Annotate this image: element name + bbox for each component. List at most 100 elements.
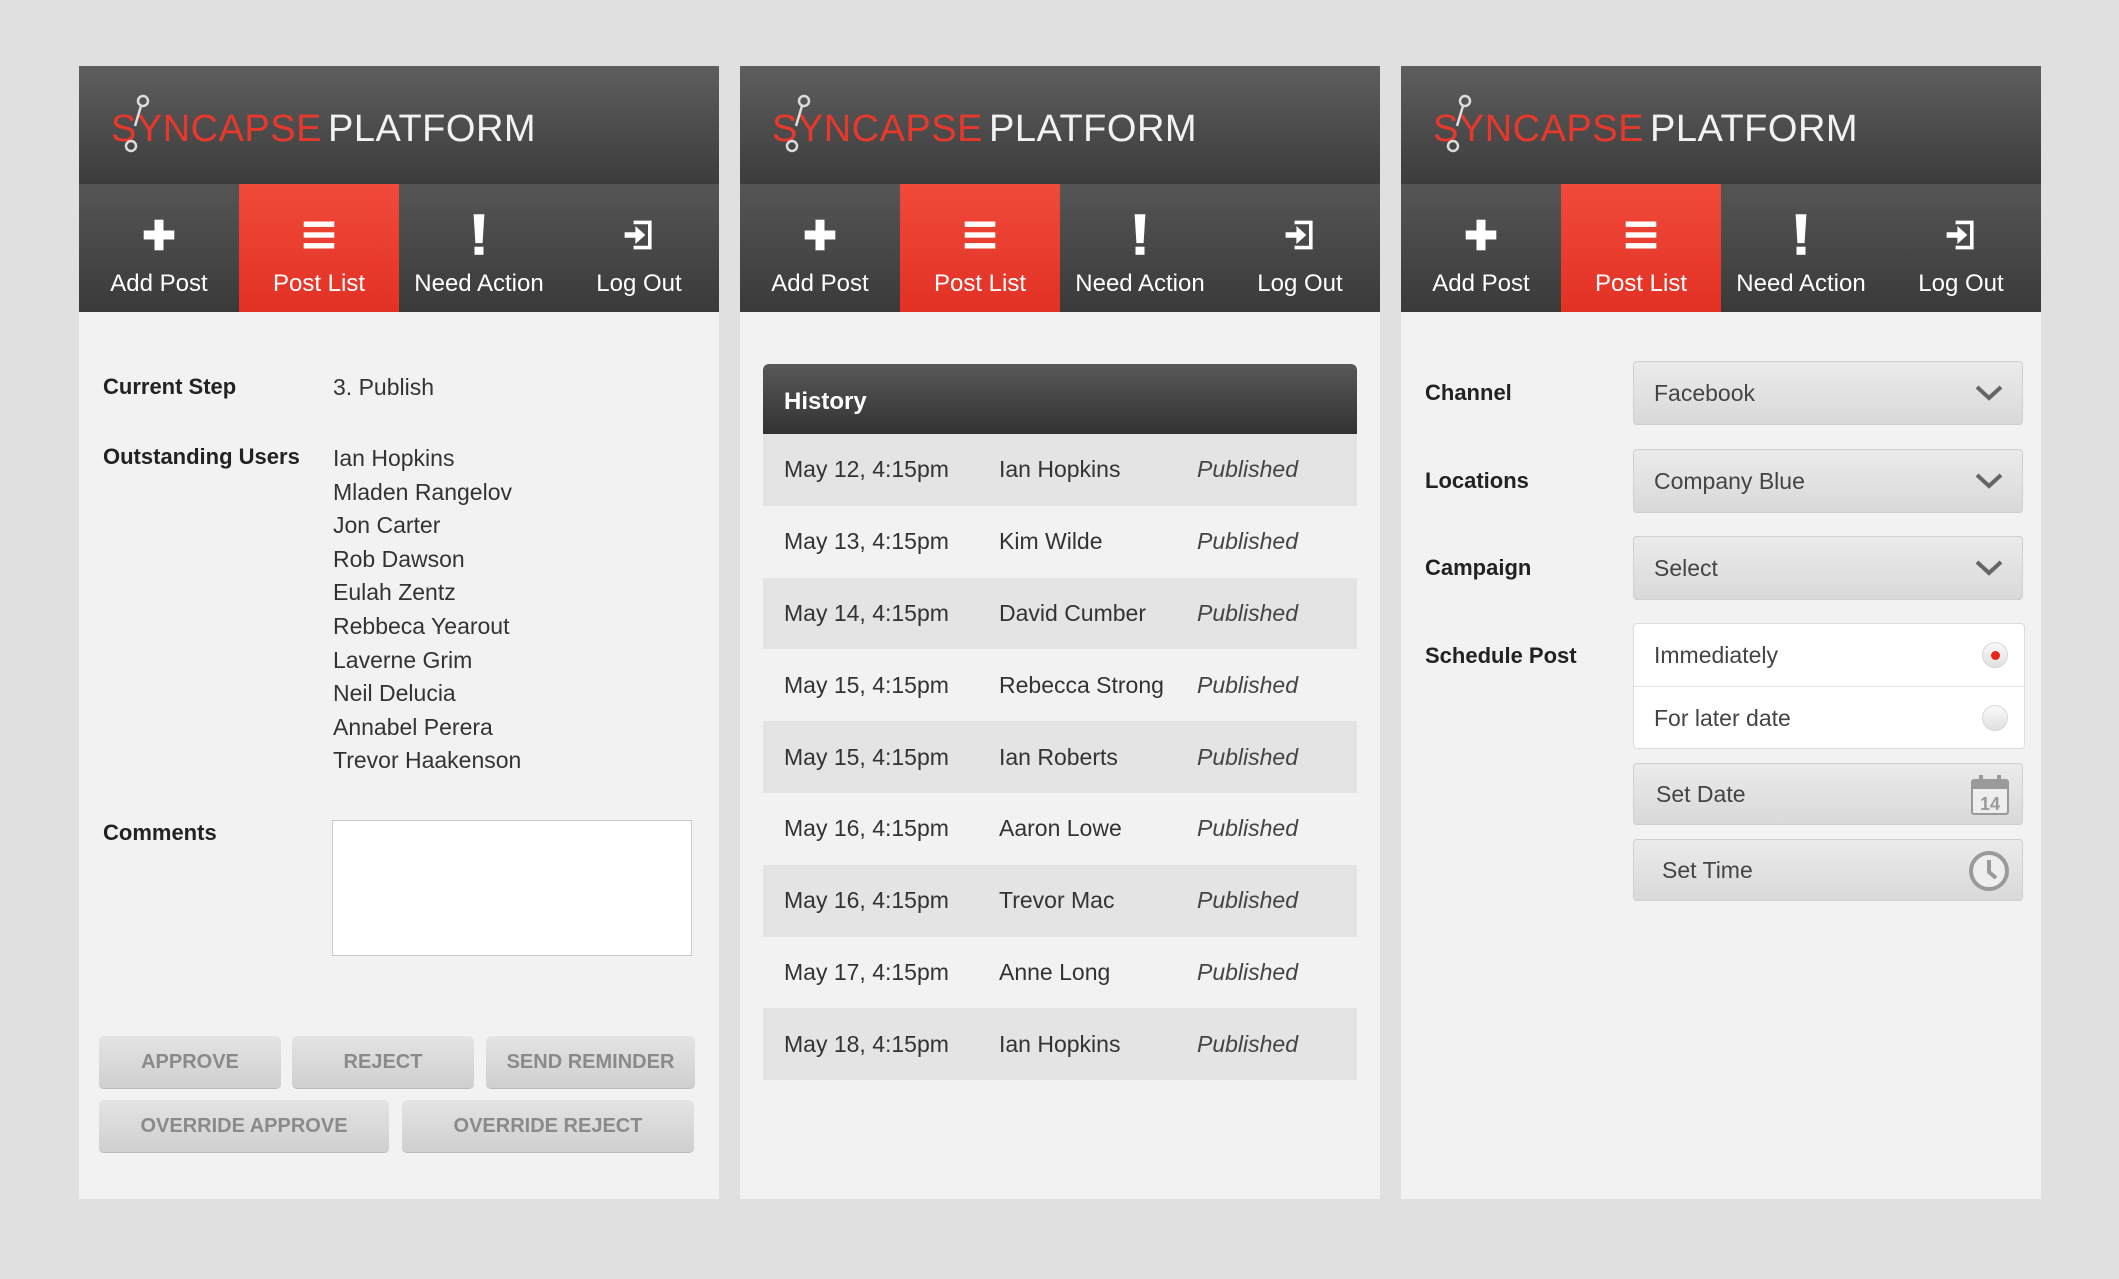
table-row[interactable]: May 15, 4:15pm Ian Roberts Published <box>763 721 1357 793</box>
table-row[interactable]: May 18, 4:15pm Ian Hopkins Published <box>763 1008 1357 1081</box>
current-step-value: 3. Publish <box>333 374 435 400</box>
logout-icon <box>621 217 657 253</box>
locations-value: Company Blue <box>1654 468 1805 494</box>
row-user: Anne Long <box>999 958 1111 985</box>
app-header: SYNCAPSE PLATFORM <box>79 66 719 184</box>
row-date: May 18, 4:15pm <box>784 1030 949 1057</box>
table-row[interactable]: May 16, 4:15pm Trevor Mac Published <box>763 864 1357 937</box>
schedule-radio-group: Immediately For later date <box>1633 623 2025 749</box>
radio-later-date[interactable]: For later date <box>1634 686 2024 749</box>
row-user: Kim Wilde <box>999 528 1103 555</box>
nav-need-action[interactable]: Need Action <box>1060 184 1220 312</box>
calendar-day: 14 <box>1980 794 2000 814</box>
row-status: Published <box>1197 958 1299 985</box>
exclamation-icon <box>1122 212 1158 258</box>
main-nav: Add Post Post List Need Action Log Out <box>1401 184 2041 312</box>
list-item: Trevor Haakenson <box>333 747 522 774</box>
nav-label: Add Post <box>771 270 869 297</box>
nav-label: Post List <box>933 270 1027 297</box>
clock-icon <box>1969 851 2009 891</box>
channel-label: Channel <box>1425 380 1512 405</box>
approve-button[interactable]: APPROVE <box>99 1036 281 1088</box>
row-status: Published <box>1197 528 1299 555</box>
table-row[interactable]: May 15, 4:15pm Rebecca Strong Published <box>763 649 1357 722</box>
nav-add-post[interactable]: Add Post <box>1401 184 1561 312</box>
row-status: Published <box>1197 815 1299 842</box>
nav-label: Log Out <box>596 270 682 297</box>
chevron-down-icon <box>1975 473 2003 489</box>
logout-icon <box>1282 217 1318 253</box>
comments-textarea[interactable] <box>332 820 692 956</box>
calendar-icon: 14 <box>1971 775 2009 815</box>
table-row[interactable]: May 12, 4:15pm Ian Hopkins Published <box>763 434 1357 506</box>
channel-value: Facebook <box>1654 380 1756 406</box>
logo-platform: PLATFORM <box>327 108 537 150</box>
logo-platform: PLATFORM <box>1649 108 1859 150</box>
set-date-button[interactable]: Set Date 14 <box>1633 763 2023 825</box>
campaign-value: Select <box>1654 555 1718 581</box>
table-row[interactable]: May 14, 4:15pm David Cumber Published <box>763 577 1357 650</box>
row-user: Ian Roberts <box>999 743 1118 770</box>
nav-post-list[interactable]: Post List <box>1561 184 1721 312</box>
campaign-select[interactable]: Select <box>1633 536 2023 600</box>
current-step-label: Current Step <box>103 374 237 399</box>
locations-select[interactable]: Company Blue <box>1633 449 2023 513</box>
radio-immediately[interactable]: Immediately <box>1634 624 2024 686</box>
row-date: May 16, 4:15pm <box>784 887 949 914</box>
list-icon <box>1623 217 1659 253</box>
nav-label: Post List <box>272 270 366 297</box>
approval-panel: SYNCAPSE PLATFORM Add Post Post List Need… <box>79 66 719 1199</box>
radio-label: Immediately <box>1654 642 1778 668</box>
nav-label: Add Post <box>1432 270 1530 297</box>
comments-label: Comments <box>103 820 217 845</box>
row-status: Published <box>1197 599 1299 626</box>
nav-post-list[interactable]: Post List <box>239 184 399 312</box>
chevron-down-icon <box>1975 560 2003 576</box>
nav-need-action[interactable]: Need Action <box>399 184 559 312</box>
app-header: SYNCAPSE PLATFORM <box>740 66 1380 184</box>
history-table: History May 12, 4:15pm Ian Hopkins Publish… <box>763 364 1357 1081</box>
set-time-label: Set Time <box>1662 857 1753 883</box>
override-approve-button[interactable]: OVERRIDE APPROVE <box>99 1100 389 1152</box>
history-title: History <box>763 364 1357 434</box>
row-user: Ian Hopkins <box>999 1030 1121 1057</box>
plus-icon <box>141 217 177 253</box>
row-user: Ian Hopkins <box>999 456 1121 483</box>
nav-add-post[interactable]: Add Post <box>79 184 239 312</box>
set-date-label: Set Date <box>1656 781 1746 807</box>
nav-post-list[interactable]: Post List <box>900 184 1060 312</box>
nav-log-out[interactable]: Log Out <box>1881 184 2041 312</box>
exclamation-icon <box>461 212 497 258</box>
channel-select[interactable]: Facebook <box>1633 361 2023 425</box>
outstanding-users-list: Ian Hopkins Mladen Rangelov Jon Carter R… <box>333 442 521 778</box>
send-reminder-button[interactable]: SEND REMINDER <box>486 1036 695 1088</box>
radio-unselected-icon[interactable] <box>1982 705 2008 731</box>
plus-icon <box>802 217 838 253</box>
list-item: Jon Carter <box>333 512 441 539</box>
nav-add-post[interactable]: Add Post <box>740 184 900 312</box>
row-date: May 13, 4:15pm <box>784 528 949 555</box>
set-time-button[interactable]: Set Time <box>1633 839 2023 901</box>
history-rows: May 12, 4:15pm Ian Hopkins Published May 1… <box>763 434 1357 1081</box>
row-date: May 14, 4:15pm <box>784 599 949 626</box>
row-status: Published <box>1197 671 1299 698</box>
table-row[interactable]: May 13, 4:15pm Kim Wilde Published <box>763 505 1357 578</box>
radio-selected-icon[interactable] <box>1982 642 2008 668</box>
nav-label: Log Out <box>1257 270 1343 297</box>
list-item: Eulah Zentz <box>333 579 456 606</box>
override-reject-button[interactable]: OVERRIDE REJECT <box>402 1100 694 1152</box>
logout-icon <box>1943 217 1979 253</box>
app-logo: SYNCAPSE PLATFORM <box>111 108 536 151</box>
schedule-post-label: Schedule Post <box>1425 643 1577 668</box>
nav-log-out[interactable]: Log Out <box>1220 184 1380 312</box>
row-status: Published <box>1197 887 1299 914</box>
campaign-label: Campaign <box>1425 555 1532 580</box>
nav-log-out[interactable]: Log Out <box>559 184 719 312</box>
nav-label: Post List <box>1594 270 1688 297</box>
table-row[interactable]: May 16, 4:15pm Aaron Lowe Published <box>763 792 1357 865</box>
nav-need-action[interactable]: Need Action <box>1721 184 1881 312</box>
row-status: Published <box>1197 1030 1299 1057</box>
row-date: May 17, 4:15pm <box>784 958 949 985</box>
reject-button[interactable]: REJECT <box>292 1036 474 1088</box>
table-row[interactable]: May 17, 4:15pm Anne Long Published <box>763 936 1357 1009</box>
